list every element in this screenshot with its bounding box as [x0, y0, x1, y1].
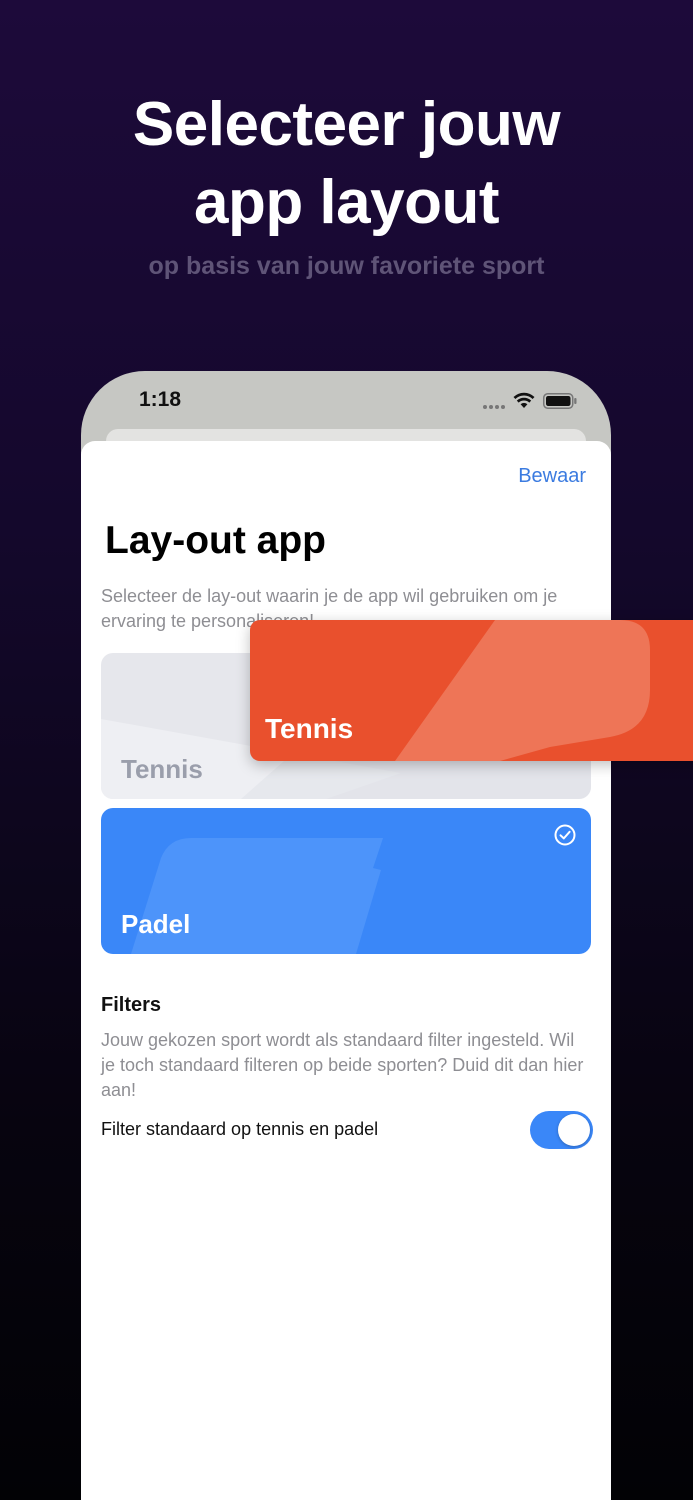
layout-option-tennis-label: Tennis	[121, 754, 203, 784]
highlight-tennis-label: Tennis	[265, 713, 354, 744]
filters-description: Jouw gekozen sport wordt als standaard f…	[101, 1030, 584, 1100]
toggle-knob	[558, 1114, 590, 1146]
sheet-title: Lay-out app	[105, 519, 326, 562]
hero-title: Selecteer jouw app layout	[0, 86, 693, 242]
checkmark-circle-icon	[554, 824, 576, 846]
layout-option-padel-label: Padel	[121, 909, 191, 939]
highlight-tennis-card[interactable]: Tennis	[250, 620, 693, 761]
signal-icon	[483, 405, 507, 409]
wifi-icon	[513, 392, 535, 408]
layout-sheet: Bewaar Lay-out app Selecteer de lay-out …	[81, 441, 611, 1500]
save-button[interactable]: Bewaar	[518, 465, 586, 488]
battery-icon	[543, 393, 577, 409]
layout-option-padel[interactable]: Padel	[101, 808, 591, 954]
hero-subtitle: op basis van jouw favoriete sport	[148, 252, 545, 280]
filters-title: Filters	[101, 994, 162, 1016]
filter-toggle-label: Filter standaard op tennis en padel	[101, 1119, 379, 1139]
hero-title-line-1: Selecteer jouw	[132, 90, 561, 159]
hero-title-line-2: app layout	[193, 168, 500, 237]
status-time: 1:18	[139, 388, 182, 411]
filter-both-sports-toggle[interactable]	[530, 1111, 593, 1149]
phone-mockup: 1:18 Bewaar Lay-out app Selecteer de lay…	[81, 371, 611, 1500]
